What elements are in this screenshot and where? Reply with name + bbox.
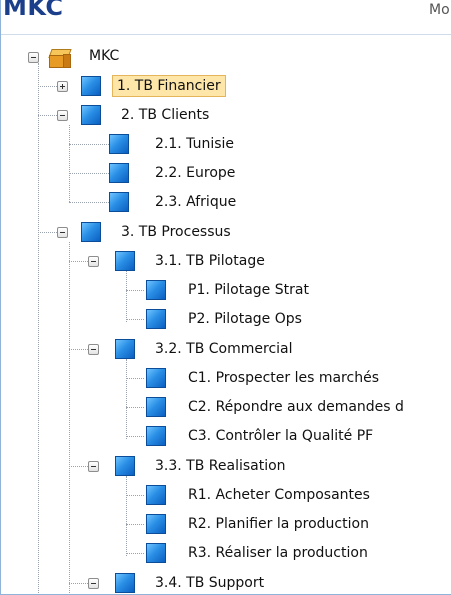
tree-item-tb-financier[interactable]: 1. TB Financier [112,75,226,97]
tree-item-tb-clients[interactable]: 2. TB Clients [117,104,213,126]
tree-guide [69,349,88,350]
tree-guide [126,290,144,291]
leaf-node-icon [109,163,129,183]
tree-collapse-toggle[interactable] [88,344,99,355]
tree-guide [69,202,109,203]
leaf-node-icon [146,280,166,300]
tree-guide [126,553,144,554]
tree-collapse-toggle[interactable] [57,110,68,121]
tree-guide [126,407,144,408]
tree-panel: MKC Mo MKC 1. TB Financier 2. TB Clients… [0,0,451,595]
leaf-node-icon [146,368,166,388]
tree-item-planifier[interactable]: R2. Planifier la production [184,513,373,535]
tree-guide [126,319,144,320]
tree-item-tb-pilotage[interactable]: 3.1. TB Pilotage [151,250,269,272]
tree-guide [69,144,109,145]
tree-item-tunisie[interactable]: 2.1. Tunisie [151,133,238,155]
tree-guide [126,359,127,439]
tree-guide [38,232,57,233]
folder-node-icon [115,573,135,593]
tree-guide [69,466,88,467]
tree-item-tb-realisation[interactable]: 3.3. TB Realisation [151,455,290,477]
tree-guide [69,242,70,593]
tree-expand-toggle[interactable] [57,81,68,92]
tree-collapse-toggle[interactable] [57,227,68,238]
leaf-node-icon [146,485,166,505]
panel-header-clipped-text: Mo [429,2,450,18]
leaf-node-icon [109,134,129,154]
leaf-node-icon [146,543,166,563]
tree-guide [38,115,57,116]
tree-item-controler[interactable]: C3. Contrôler la Qualité PF [184,425,377,447]
tree-item-afrique[interactable]: 2.3. Afrique [151,191,240,213]
tree-guide [126,436,144,437]
tree-guide [69,125,70,202]
leaf-node-icon [146,426,166,446]
tree-item-tb-support[interactable]: 3.4. TB Support [151,572,268,594]
leaf-node-icon [146,514,166,534]
folder-node-icon [81,105,101,125]
tree-item-tb-processus[interactable]: 3. TB Processus [117,221,235,243]
tree-guide [69,173,109,174]
tree-collapse-toggle[interactable] [88,461,99,472]
tree-item-europe[interactable]: 2.2. Europe [151,162,239,184]
tree-root-label[interactable]: MKC [85,45,123,67]
tree-guide [126,271,127,322]
tree-guide [126,495,144,496]
tree-collapse-toggle[interactable] [28,52,39,63]
folder-node-icon [81,222,101,242]
folder-node-icon [115,251,135,271]
tree-item-pilotage-ops[interactable]: P2. Pilotage Ops [184,308,306,330]
tree-item-repondre[interactable]: C2. Répondre aux demandes d [184,396,408,418]
folder-node-icon [115,339,135,359]
tree-item-realiser[interactable]: R3. Réaliser la production [184,542,372,564]
tree-guide [126,524,144,525]
tree-guide [126,378,144,379]
leaf-node-icon [146,397,166,417]
tree-item-acheter[interactable]: R1. Acheter Composantes [184,484,374,506]
tree-guide [38,86,57,87]
tree-item-prospecter[interactable]: C1. Prospecter les marchés [184,367,383,389]
package-icon [48,47,72,68]
tree-item-pilotage-strat[interactable]: P1. Pilotage Strat [184,279,313,301]
panel-title: MKC [3,0,64,21]
leaf-node-icon [146,309,166,329]
folder-node-icon [81,76,101,96]
tree-guide [126,476,127,556]
leaf-node-icon [109,192,129,212]
tree-guide [69,583,88,584]
tree-collapse-toggle[interactable] [88,256,99,267]
tree-collapse-toggle[interactable] [88,578,99,589]
folder-node-icon [115,456,135,476]
tree-guide [38,63,39,593]
panel-header: MKC Mo [1,0,451,35]
tree-guide [69,261,88,262]
tree-item-tb-commercial[interactable]: 3.2. TB Commercial [151,338,297,360]
